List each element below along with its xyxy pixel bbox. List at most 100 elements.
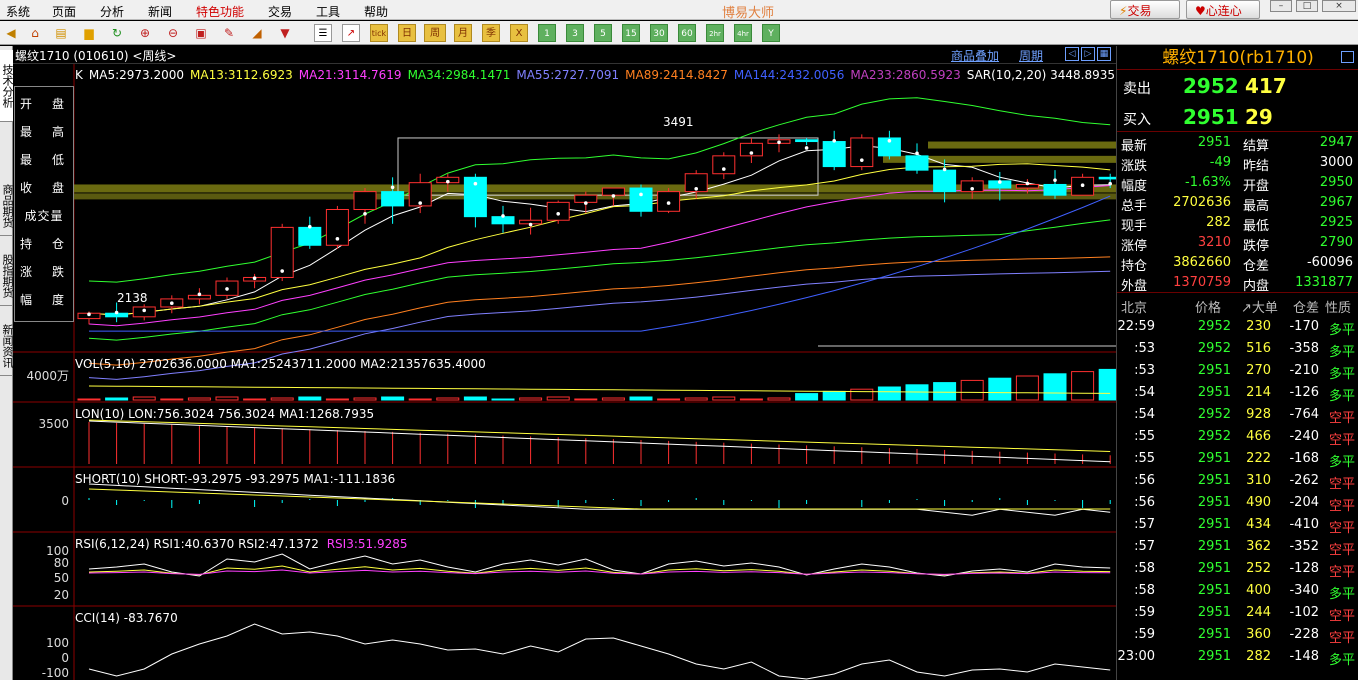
period-x[interactable]: X — [510, 24, 528, 42]
menu-tools[interactable]: 工具 — [316, 3, 340, 20]
menu-help[interactable]: 帮助 — [364, 3, 388, 20]
tick-nature: 空平 — [1328, 609, 1355, 624]
chart-header: 螺纹1710 (010610) <周线> 商品叠加 周期 ◁ ▷ ▦ — [13, 46, 1116, 64]
tick-price: 2951 — [1197, 627, 1231, 642]
period-30min[interactable]: 30 — [650, 24, 668, 42]
stat-value: 2947 — [1319, 135, 1353, 150]
period-week[interactable]: 周 — [424, 24, 446, 42]
zoom-out-icon[interactable]: ⊖ — [164, 24, 182, 42]
menu-trade[interactable]: 交易 — [268, 3, 292, 20]
volume-bar — [684, 397, 708, 401]
sar-dot — [639, 192, 643, 197]
ma-indicator-8: MA233:2860.5923 — [850, 68, 961, 82]
menu-special[interactable]: 特色功能 — [196, 3, 244, 20]
back-arrow-icon[interactable]: ◀ — [2, 24, 20, 42]
lon-line — [88, 420, 1111, 463]
arrow-left-icon[interactable]: ◁ — [1065, 47, 1079, 61]
menu-system[interactable]: 系统 — [6, 3, 30, 20]
period-4hr[interactable]: 4hr — [734, 24, 752, 42]
lon-ma-line — [88, 419, 1111, 452]
period-year[interactable]: Y — [762, 24, 780, 42]
sar-dot — [335, 237, 340, 241]
sar-dot — [970, 186, 974, 191]
draw-tool-icon[interactable]: ◢ — [248, 24, 266, 42]
sar-dot — [1053, 178, 1057, 182]
sar-dot — [528, 222, 533, 227]
sar-dot — [1108, 181, 1112, 186]
candle-body — [491, 216, 515, 225]
period-tick[interactable]: tick — [370, 24, 388, 42]
app-title: 博易大师 — [722, 6, 775, 21]
period-3min[interactable]: 3 — [566, 24, 584, 42]
info-position: 持 仓 — [19, 237, 68, 251]
tab-commodity-futures[interactable]: 商品期货 — [0, 176, 14, 236]
volume-bar — [822, 390, 846, 401]
sar-dot — [694, 186, 698, 191]
stat-value: -60096 — [1306, 255, 1353, 270]
tick-time: :53 — [1134, 341, 1155, 356]
kline-chart[interactable] — [13, 64, 1116, 680]
sar-dot — [1080, 183, 1085, 187]
sar-dot — [804, 146, 809, 150]
database-icon[interactable]: ▤ — [52, 24, 70, 42]
arrow-right-icon[interactable]: ▷ — [1081, 47, 1095, 61]
tick-position-diff: -148 — [1289, 649, 1319, 664]
refresh-icon[interactable]: ↻ — [108, 24, 126, 42]
overlay-link[interactable]: 商品叠加 — [951, 47, 999, 64]
grid-icon[interactable]: ▦ — [1097, 47, 1111, 61]
stat-value: 1370759 — [1173, 275, 1231, 290]
minimize-icon[interactable]: – — [1270, 0, 1292, 12]
tick-nature: 空平 — [1328, 499, 1355, 514]
period-15min[interactable]: 15 — [622, 24, 640, 42]
home-icon[interactable]: ⌂ — [26, 24, 44, 42]
period-day[interactable]: 日 — [398, 24, 416, 42]
period-month[interactable]: 月 — [454, 24, 472, 42]
buy-price: 2951 — [1183, 105, 1239, 129]
lon-axis-label: 3500 — [38, 417, 69, 431]
tab-news[interactable]: 新闻资讯 — [0, 316, 14, 376]
sar-dot — [915, 151, 919, 156]
menu-analysis[interactable]: 分析 — [100, 3, 124, 20]
menu-news[interactable]: 新闻 — [148, 3, 172, 20]
tick-price: 2951 — [1197, 539, 1231, 554]
period-1min[interactable]: 1 — [538, 24, 556, 42]
tab-index-futures[interactable]: 股指期货 — [0, 246, 14, 306]
period-2hr[interactable]: 2hr — [706, 24, 724, 42]
menu-page[interactable]: 页面 — [52, 3, 76, 20]
tick-position-diff: -228 — [1289, 627, 1319, 642]
chart-area[interactable]: K MA5:2973.2000 MA13:3112.6923 MA21:3114.76… — [13, 64, 1198, 680]
period-5min[interactable]: 5 — [594, 24, 612, 42]
tick-position-diff: -204 — [1289, 495, 1319, 510]
volume-bar — [325, 398, 349, 401]
tick-volume: 244 — [1246, 605, 1271, 620]
zoom-in-icon[interactable]: ⊕ — [136, 24, 154, 42]
trade-button[interactable]: ⚡交易 — [1110, 0, 1180, 19]
period-link[interactable]: 周期 — [1019, 47, 1043, 64]
heart-button[interactable]: ♥心连心 — [1186, 0, 1260, 19]
stat-value: 1331877 — [1295, 275, 1353, 290]
table-icon[interactable]: ☰ — [314, 24, 332, 42]
pencil-icon[interactable]: ✎ — [220, 24, 238, 42]
tick-volume: 214 — [1246, 385, 1271, 400]
folder-icon[interactable]: ▆ — [80, 24, 98, 42]
line-chart-icon[interactable]: ↗ — [342, 24, 360, 42]
candle-body — [298, 226, 322, 246]
buy-volume: 29 — [1245, 105, 1273, 129]
close-icon[interactable]: × — [1322, 0, 1356, 12]
tick-position-diff: -240 — [1289, 429, 1319, 444]
tick-position-diff: -128 — [1289, 561, 1319, 576]
sar-dot — [998, 180, 1002, 184]
tick-nature: 多平 — [1328, 345, 1355, 360]
restore-icon[interactable]: □ — [1296, 0, 1318, 12]
period-60min[interactable]: 60 — [678, 24, 696, 42]
period-season[interactable]: 季 — [482, 24, 500, 42]
tab-technical-analysis[interactable]: 技术分析 — [0, 50, 14, 122]
sar-dot — [170, 301, 174, 306]
window-icon[interactable]: ▣ — [192, 24, 210, 42]
tick-volume: 230 — [1246, 319, 1271, 334]
tick-volume: 490 — [1246, 495, 1271, 510]
ma-line-5 — [88, 145, 1111, 316]
quote-panel: 螺纹1710(rb1710) 卖出 2952 417 买入 2951 29 最新… — [1116, 46, 1358, 680]
panel-toggle-icon[interactable] — [1341, 51, 1354, 63]
funnel-icon[interactable]: ▼ — [276, 24, 294, 42]
